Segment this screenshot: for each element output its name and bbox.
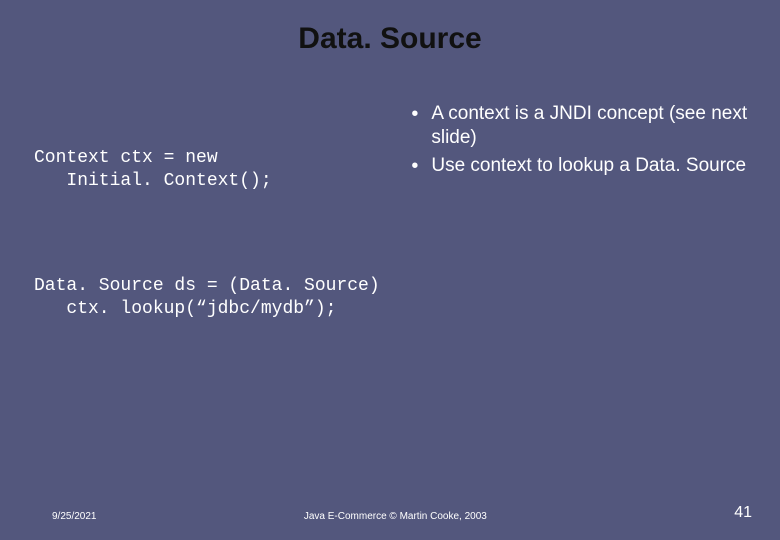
bullet-item: A context is a JNDI concept (see next sl… xyxy=(407,102,752,150)
slide-content: Context ctx = new Initial. Context(); Da… xyxy=(0,102,780,365)
code-line: Initial. Context(); xyxy=(34,171,272,191)
bullet-list: A context is a JNDI concept (see next sl… xyxy=(407,102,752,177)
code-line: ctx. lookup(“jdbc/mydb”); xyxy=(34,299,336,319)
code-block-1: Context ctx = new Initial. Context(); xyxy=(34,147,407,192)
slide-title: Data. Source xyxy=(0,0,780,56)
bullet-area: A context is a JNDI concept (see next sl… xyxy=(407,102,752,365)
footer-copyright: Java E-Commerce © Martin Cooke, 2003 xyxy=(57,511,735,522)
code-block-2: Data. Source ds = (Data. Source) ctx. lo… xyxy=(34,275,407,320)
bullet-item: Use context to lookup a Data. Source xyxy=(407,154,752,178)
code-line: Context ctx = new xyxy=(34,148,218,168)
slide-footer: 9/25/2021 Java E-Commerce © Martin Cooke… xyxy=(0,504,780,522)
footer-page-number: 41 xyxy=(734,504,752,522)
slide: Data. Source Context ctx = new Initial. … xyxy=(0,0,780,540)
code-area: Context ctx = new Initial. Context(); Da… xyxy=(34,102,407,365)
code-line: Data. Source ds = (Data. Source) xyxy=(34,276,380,296)
